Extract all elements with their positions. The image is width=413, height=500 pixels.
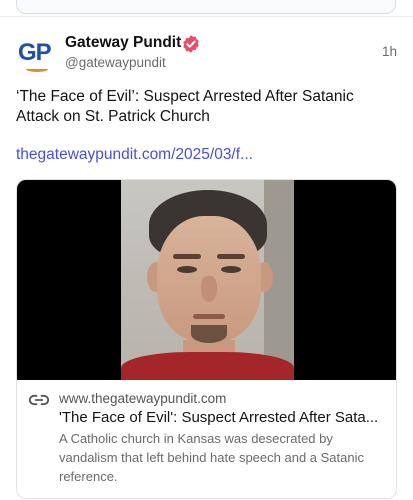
- link-preview-description: A Catholic church in Kansas was desecrat…: [59, 431, 364, 484]
- link-preview-image[interactable]: [17, 180, 396, 380]
- avatar-logo-swoosh: [26, 66, 48, 72]
- author-name[interactable]: Gateway Pundit: [65, 34, 181, 52]
- link-preview-body[interactable]: www.thegatewaypundit.com 'The Face of Ev…: [17, 380, 396, 498]
- author-handle[interactable]: @gatewaypundit: [65, 55, 166, 70]
- post-text: ‘The Face of Evil’: Suspect Arrested Aft…: [16, 88, 354, 125]
- post-timestamp: 1h: [381, 44, 397, 59]
- link-icon: [29, 394, 49, 406]
- post-link[interactable]: thegatewaypundit.com/2025/03/f...: [16, 146, 253, 164]
- link-preview-title: 'The Face of Evil': Suspect Arrested Aft…: [59, 409, 379, 426]
- verified-badge-icon: [183, 35, 199, 53]
- avatar[interactable]: GP: [16, 35, 54, 73]
- feed-divider: [0, 16, 413, 17]
- link-preview-domain: www.thegatewaypundit.com: [59, 391, 227, 406]
- avatar-logo-text: GP: [18, 39, 52, 66]
- mugshot-photo: [121, 180, 294, 380]
- link-preview-card[interactable]: www.thegatewaypundit.com 'The Face of Ev…: [16, 179, 397, 499]
- previous-item-edge: [16, 0, 396, 14]
